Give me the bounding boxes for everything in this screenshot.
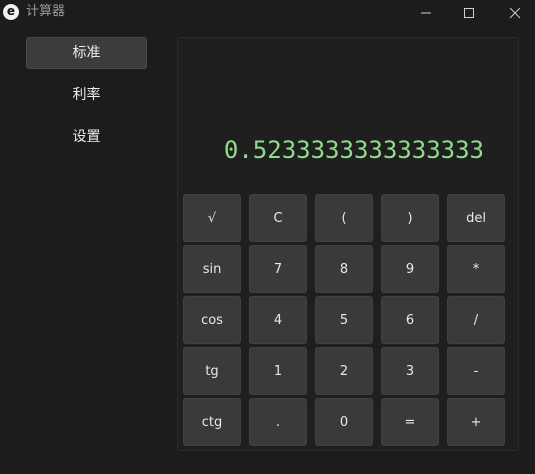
digit-6-key[interactable]: 6 xyxy=(381,296,439,344)
sidebar: 标准 利率 设置 xyxy=(26,37,147,163)
maximize-button[interactable] xyxy=(446,0,492,26)
close-icon xyxy=(509,7,521,19)
digit-2-key[interactable]: 2 xyxy=(315,347,373,395)
maximize-icon xyxy=(464,8,474,18)
digit-0-key[interactable]: 0 xyxy=(315,398,373,446)
window-title: 计算器 xyxy=(26,4,66,19)
close-button[interactable] xyxy=(492,0,535,26)
decimal-point-key[interactable]: . xyxy=(249,398,307,446)
calculator-panel: 0.5233333333333333 √ C ( ) del sin 7 8 9… xyxy=(177,37,519,451)
sidebar-item-interest-rate[interactable]: 利率 xyxy=(26,79,147,111)
clear-key[interactable]: C xyxy=(249,194,307,242)
digit-5-key[interactable]: 5 xyxy=(315,296,373,344)
digit-4-key[interactable]: 4 xyxy=(249,296,307,344)
sidebar-item-standard[interactable]: 标准 xyxy=(26,37,147,69)
calculator-window: e 计算器 标准 利率 设置 0.5233333333333333 √ C (… xyxy=(0,0,535,474)
app-icon: e xyxy=(3,4,19,20)
keypad: √ C ( ) del sin 7 8 9 * cos 4 5 6 / tg 1… xyxy=(183,194,505,446)
sidebar-item-settings[interactable]: 设置 xyxy=(26,121,147,153)
digit-3-key[interactable]: 3 xyxy=(381,347,439,395)
sqrt-key[interactable]: √ xyxy=(183,194,241,242)
result-display: 0.5233333333333333 xyxy=(223,136,484,164)
digit-1-key[interactable]: 1 xyxy=(249,347,307,395)
minimize-icon xyxy=(421,12,431,14)
divide-key[interactable]: / xyxy=(447,296,505,344)
subtract-key[interactable]: - xyxy=(447,347,505,395)
digit-8-key[interactable]: 8 xyxy=(315,245,373,293)
ctg-key[interactable]: ctg xyxy=(183,398,241,446)
digit-9-key[interactable]: 9 xyxy=(381,245,439,293)
add-key[interactable]: + xyxy=(447,398,505,446)
tg-key[interactable]: tg xyxy=(183,347,241,395)
sin-key[interactable]: sin xyxy=(183,245,241,293)
minimize-button[interactable] xyxy=(403,0,449,26)
equals-key[interactable]: = xyxy=(381,398,439,446)
delete-key[interactable]: del xyxy=(447,194,505,242)
close-paren-key[interactable]: ) xyxy=(381,194,439,242)
digit-7-key[interactable]: 7 xyxy=(249,245,307,293)
title-bar[interactable]: e 计算器 xyxy=(0,0,535,26)
multiply-key[interactable]: * xyxy=(447,245,505,293)
open-paren-key[interactable]: ( xyxy=(315,194,373,242)
cos-key[interactable]: cos xyxy=(183,296,241,344)
